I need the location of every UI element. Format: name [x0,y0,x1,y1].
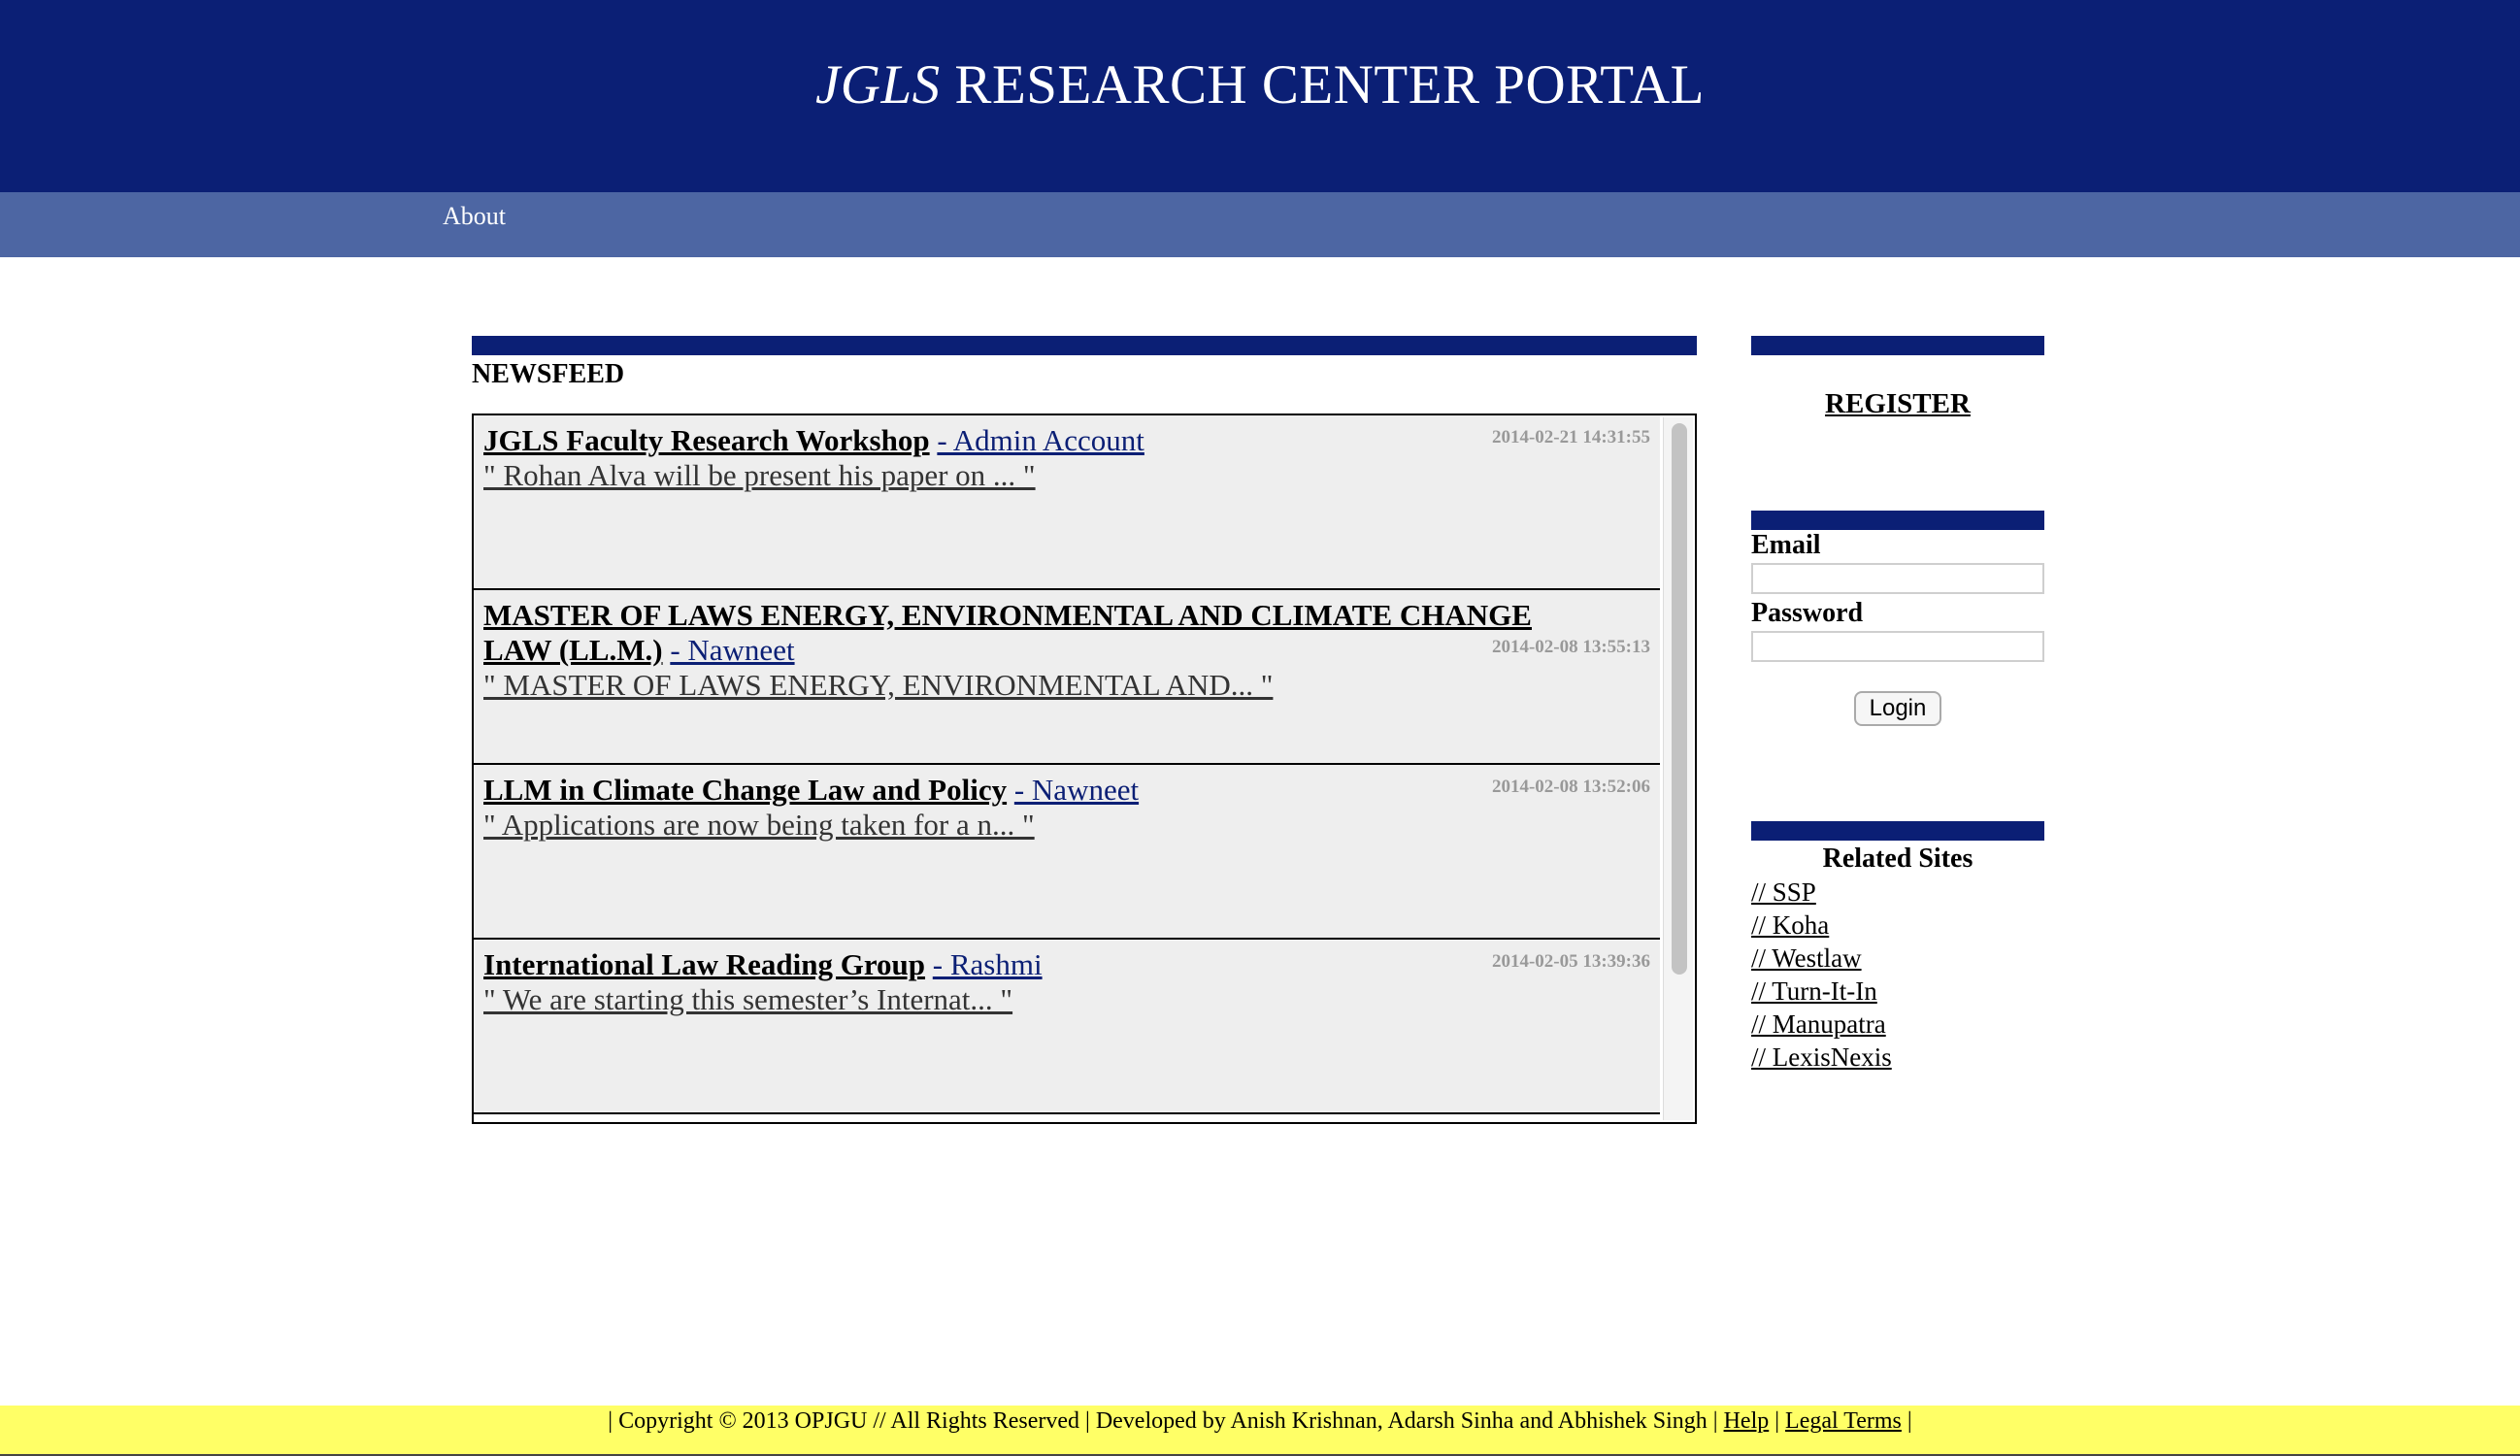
feed-item-title-link[interactable]: LLM in Climate Change Law and Policy [483,773,1007,807]
site-footer: | Copyright © 2013 OPJGU // All Rights R… [0,1406,2520,1456]
footer-legal-terms-link[interactable]: Legal Terms [1785,1408,1902,1434]
related-link-ssp[interactable]: // SSP [1751,877,1816,907]
newsfeed-section: NEWSFEED JGLS Faculty Research Workshop … [472,336,1697,1124]
footer-separator: | [1774,1408,1780,1434]
feed-item-title-link[interactable]: JGLS Faculty Research Workshop [483,423,930,457]
nav-bar: About [0,192,2520,257]
newsfeed-list[interactable]: JGLS Faculty Research Workshop - Admin A… [472,414,1697,1124]
site-title: JGLS RESEARCH CENTER PORTAL [0,54,2520,116]
register-top-bar [1751,336,2044,355]
feed-item: LLM in Climate Change Law and Policy - N… [474,765,1660,940]
feed-item-date: 2014-02-21 14:31:55 [1491,427,1650,447]
feed-item-head: LLM in Climate Change Law and Policy - N… [483,773,1590,808]
login-button-row: Login [1751,691,2044,726]
page: JGLS RESEARCH CENTER PORTAL About NEWSFE… [0,0,2520,1456]
register-block: REGISTER [1751,388,2044,420]
newsfeed-title: NEWSFEED [472,359,625,389]
related-sites-list: // SSP // Koha // Westlaw // Turn-It-In … [1751,876,2044,1074]
feed-item-date: 2014-02-05 13:39:36 [1491,951,1650,972]
site-title-brand: JGLS [815,54,941,116]
email-field[interactable] [1751,563,2044,594]
login-button[interactable]: Login [1853,691,1942,726]
newsfeed-top-bar [472,336,1697,355]
list-item: // LexisNexis [1751,1041,2044,1074]
feed-item-date: 2014-02-08 13:55:13 [1491,637,1650,657]
footer-suffix: | [1907,1408,1912,1434]
login-form: Email Password Login [1751,511,2044,726]
list-item: // Manupatra [1751,1008,2044,1041]
feed-item-excerpt-link[interactable]: " Rohan Alva will be present his paper o… [483,458,1036,493]
feed-item: MASTER OF LAWS ENERGY, ENVIRONMENTAL AND… [474,590,1660,765]
related-sites-heading: Related Sites [1822,844,1973,874]
scrollbar-thumb[interactable] [1672,423,1687,975]
list-item: // Turn-It-In [1751,975,2044,1008]
email-label: Email [1751,530,1821,560]
feed-item-author-link[interactable]: - Nawneet [670,633,794,667]
related-top-bar [1751,821,2044,841]
feed-item-excerpt-link[interactable]: " We are starting this semester’s Intern… [483,982,1012,1017]
feed-item-head: JGLS Faculty Research Workshop - Admin A… [483,423,1590,458]
site-header: JGLS RESEARCH CENTER PORTAL [0,0,2520,192]
list-item: // Westlaw [1751,942,2044,975]
related-link-turnitin[interactable]: // Turn-It-In [1751,976,1877,1006]
feed-item-head: MASTER OF LAWS ENERGY, ENVIRONMENTAL AND… [483,598,1590,668]
related-sites: Related Sites // SSP // Koha // Westlaw … [1751,821,2044,1074]
register-link[interactable]: REGISTER [1825,388,1971,419]
nav-item-about[interactable]: About [443,202,506,231]
feed-item-head: International Law Reading Group - Rashmi [483,947,1590,982]
feed-item-excerpt-link[interactable]: " Applications are now being taken for a… [483,808,1035,843]
site-title-text: RESEARCH CENTER PORTAL [954,54,1705,116]
password-field[interactable] [1751,631,2044,662]
feed-item-author-link[interactable]: - Rashmi [933,947,1043,981]
related-link-lexisnexis[interactable]: // LexisNexis [1751,1042,1892,1072]
feed-item-author-link[interactable]: - Admin Account [937,423,1144,457]
feed-item-title-link[interactable]: International Law Reading Group [483,947,925,981]
list-item: // Koha [1751,909,2044,942]
newsfeed-scrollbar[interactable] [1663,417,1693,1120]
feed-item: International Law Reading Group - Rashmi… [474,940,1660,1114]
login-top-bar [1751,511,2044,530]
feed-item-author-link[interactable]: - Nawneet [1014,773,1139,807]
feed-item-title-link[interactable]: MASTER OF LAWS ENERGY, ENVIRONMENTAL AND… [483,598,1532,667]
feed-item-excerpt-link[interactable]: " MASTER OF LAWS ENERGY, ENVIRONMENTAL A… [483,668,1273,703]
feed-item-date: 2014-02-08 13:52:06 [1491,777,1650,797]
sidebar: REGISTER Email Password Login Related Si… [1751,336,2044,1072]
password-label: Password [1751,598,1864,628]
list-item: // SSP [1751,876,2044,909]
feed-item: JGLS Faculty Research Workshop - Admin A… [474,415,1660,590]
footer-copyright: | Copyright © 2013 OPJGU // All Rights R… [608,1408,1718,1434]
related-link-koha[interactable]: // Koha [1751,910,1829,940]
related-link-manupatra[interactable]: // Manupatra [1751,1009,1886,1039]
footer-help-link[interactable]: Help [1724,1408,1770,1434]
related-link-westlaw[interactable]: // Westlaw [1751,943,1862,973]
